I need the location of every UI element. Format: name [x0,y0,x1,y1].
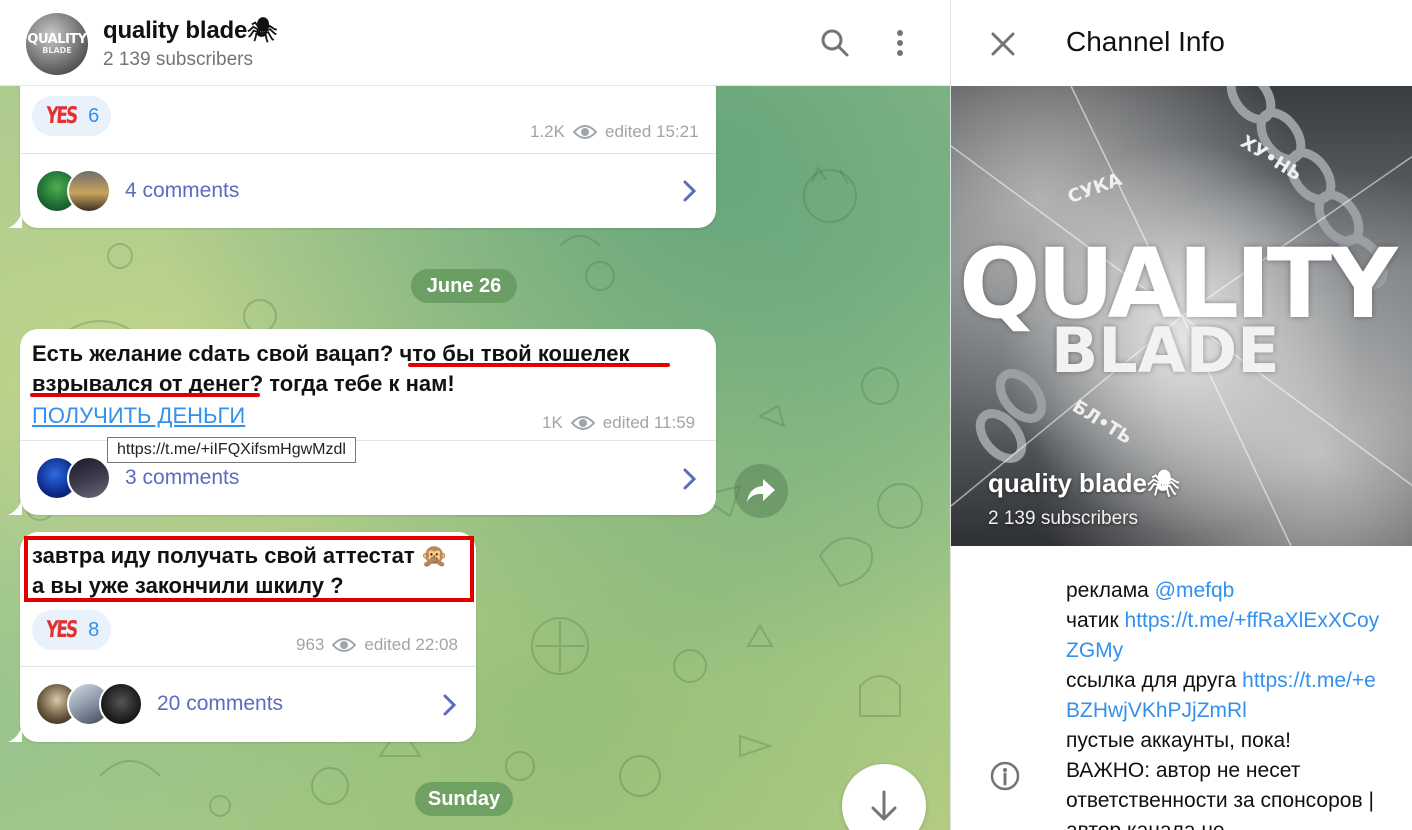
info-header: Channel Info [951,0,1412,86]
comments-link[interactable]: 4 comments [35,169,239,213]
message-meta: 963 edited 22:08 [296,635,458,654]
date-separator: June 26 [411,269,517,303]
views-eye-icon [570,416,595,430]
views-eye-icon [572,125,597,139]
message-link[interactable]: ПОЛУЧИТЬ ДЕНЬГИ [32,401,245,431]
spider-emoji: 🕷 [247,17,278,44]
more-menu-icon[interactable] [883,26,917,60]
channel-info-panel: Channel Info СУКА ХУ•НЬ БЛ•ТЬ QUALITY BL… [950,0,1412,830]
yes-reaction-icon: YES [44,102,78,130]
subscriber-count: 2 139 subscribers [103,49,253,70]
share-button[interactable] [734,464,788,518]
arrow-down-icon [871,790,897,821]
message-meta: 1K edited 11:59 [542,413,696,432]
subscriber-count: 2 139 subscribers [988,508,1138,529]
message-meta: 1.2K edited 15:21 [530,122,699,141]
divider [20,153,716,154]
chevron-right-icon[interactable] [442,693,458,717]
share-arrow-icon [747,479,775,502]
commenter-avatar [67,169,111,213]
bubble-tail [8,499,22,515]
reaction-chip[interactable]: YES 6 [32,96,112,136]
spider-emoji: 🕷 [1146,468,1180,498]
close-icon[interactable] [987,28,1019,60]
chat-header[interactable]: QUALITY BLADE quality blade🕷 2 139 subsc… [0,0,950,86]
channel-avatar[interactable]: QUALITY BLADE [26,13,88,75]
views-eye-icon [332,638,357,652]
chevron-right-icon[interactable] [682,179,698,203]
highlight-box [24,536,474,602]
yes-reaction-icon: YES [44,616,78,644]
bubble-tail [8,212,22,228]
highlight-underline [408,363,670,367]
channel-title[interactable]: quality blade🕷 [103,16,278,45]
reaction-chip[interactable]: YES 8 [32,610,112,650]
commenter-avatar [99,682,143,726]
chevron-right-icon[interactable] [682,467,698,491]
channel-name: quality blade🕷 [988,468,1180,498]
search-icon[interactable] [818,26,852,60]
chat-panel: QUALITY BLADE quality blade🕷 2 139 subsc… [0,0,950,830]
link-tooltip: https://t.me/+iIFQXifsmHgwMzdl [107,437,356,463]
channel-description: реклама @mefqb чатик https://t.me/+ffRaX… [1066,579,1380,830]
divider [20,666,476,667]
bubble-tail [8,726,22,742]
channel-cover-image[interactable]: СУКА ХУ•НЬ БЛ•ТЬ QUALITY BLADE quality b… [951,86,1412,546]
highlight-underline [30,393,260,397]
comments-link[interactable]: 20 comments [35,682,283,726]
ad-contact-link[interactable]: @mefqb [1155,579,1235,602]
cover-logo-text: BLADE [1051,314,1280,387]
date-separator: Sunday [415,782,513,816]
info-icon [990,761,1020,791]
commenter-avatar [67,456,111,500]
info-title: Channel Info [1066,26,1225,57]
